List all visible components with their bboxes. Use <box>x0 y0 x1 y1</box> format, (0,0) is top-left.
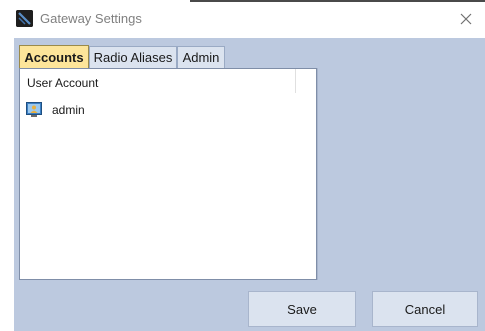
settings-body: Accounts Radio Aliases Admin User Accoun… <box>14 38 485 331</box>
close-button[interactable] <box>452 6 480 32</box>
tab-admin[interactable]: Admin <box>177 46 225 68</box>
tab-accounts[interactable]: Accounts <box>19 45 89 68</box>
user-account-column-header[interactable]: User Account <box>20 69 296 93</box>
tab-radio-aliases[interactable]: Radio Aliases <box>89 46 177 68</box>
user-account-icon <box>26 102 42 117</box>
list-item-admin[interactable]: admin <box>26 100 126 120</box>
user-account-list[interactable]: User Account admin <box>19 68 317 280</box>
detail-panel <box>317 68 485 280</box>
window-title: Gateway Settings <box>40 11 142 26</box>
close-icon <box>460 13 472 25</box>
title-bar: Gateway Settings <box>0 2 485 38</box>
gateway-app-icon <box>16 10 33 27</box>
cancel-button[interactable]: Cancel <box>372 291 478 327</box>
gateway-settings-window: Gateway Settings Accounts Radio Aliases … <box>0 0 485 331</box>
list-item-label: admin <box>52 103 85 117</box>
save-button[interactable]: Save <box>248 291 356 327</box>
